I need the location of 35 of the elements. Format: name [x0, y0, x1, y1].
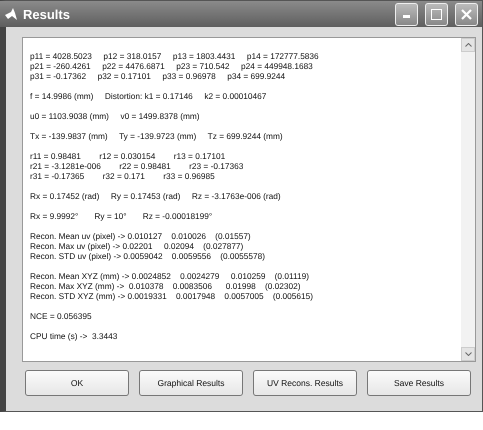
result-line: Recon. STD XYZ (mm) -> 0.0019331 0.0017948 0.0057005 (0.005615): [30, 291, 314, 301]
close-icon: [461, 8, 472, 20]
result-line: p11 = 4028.5023 p12 = 318.0157 p13 = 1803.4431 p14 = 172777.5836: [30, 51, 320, 61]
scrollbar[interactable]: [461, 38, 475, 361]
result-line: p21 = -260.4261 p22 = 4476.6871 p23 = 710.542 p24 = 449948.1683: [30, 61, 314, 71]
result-line: Rx = 9.9992° Ry = 10° Rz = -0.00018199°: [30, 211, 214, 221]
maximize-icon: [431, 8, 442, 20]
app-icon: [4, 7, 18, 21]
dialog-button[interactable]: Graphical Results: [139, 370, 243, 396]
maximize-button[interactable]: [425, 2, 448, 26]
result-line: u0 = 1103.9038 (mm) v0 = 1499.8378 (mm): [30, 111, 201, 121]
scroll-up-button[interactable]: [461, 38, 475, 52]
scroll-down-button[interactable]: [461, 347, 475, 361]
result-line: r21 = -3.1281e-006 r22 = 0.98481 r23 = -0.17363: [30, 161, 244, 171]
dialog-button[interactable]: UV Recons. Results: [253, 370, 357, 396]
close-button[interactable]: [455, 2, 478, 26]
dialog-button[interactable]: Save Results: [367, 370, 471, 396]
result-line: r11 = 0.98481 r12 = 0.030154 r13 = 0.17101: [30, 151, 226, 161]
down-caret-icon: [464, 352, 472, 356]
result-line: r31 = -0.17365 r32 = 0.171 r33 = 0.96985: [30, 171, 216, 181]
result-line: f = 14.9986 (mm) Distortion: k1 = 0.17146 k2 = 0.00010467: [30, 91, 268, 101]
result-line: Recon. STD uv (pixel) -> 0.0059042 0.0059556 (0.0055578): [30, 251, 266, 261]
result-line: p31 = -0.17362 p32 = 0.17101 p33 = 0.96978 p34 = 699.9244: [30, 71, 286, 81]
result-line: Recon. Max XYZ (mm) -> 0.010378 0.0083506 0.01998 (0.02302): [30, 281, 302, 291]
result-line: NCE = 0.056395: [30, 311, 93, 321]
result-line: Recon. Max uv (pixel) -> 0.02201 0.02094 (0.027877): [30, 241, 244, 251]
result-line: Tx = -139.9837 (mm) Ty = -139.9723 (mm) Tz = 699.9244 (mm): [30, 131, 284, 141]
up-caret-icon: [464, 43, 472, 47]
result-line: Recon. Mean XYZ (mm) -> 0.0024852 0.0024279 0.010259 (0.01119): [30, 271, 310, 281]
result-line: CPU time (s) -> 3.3443: [30, 331, 118, 341]
result-line: Rx = 0.17452 (rad) Ry = 0.17453 (rad) Rz = -3.1763e-006 (rad): [30, 191, 282, 201]
dialog-button[interactable]: OK: [25, 370, 129, 396]
result-line: Recon. Mean uv (pixel) -> 0.010127 0.010026 (0.01557): [30, 231, 252, 241]
window-title: Results: [23, 6, 71, 22]
minimize-button[interactable]: [395, 2, 418, 26]
